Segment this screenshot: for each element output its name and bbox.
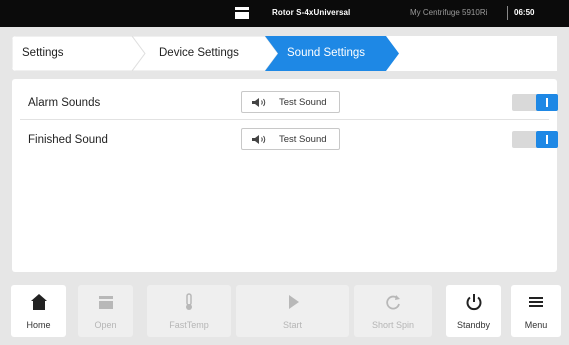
open-label: Open: [94, 320, 117, 330]
open-button[interactable]: Open: [78, 285, 133, 337]
alarm-sounds-row: Alarm Sounds Test Sound: [20, 85, 558, 120]
start-label: Start: [282, 320, 302, 330]
finished-test-sound-button[interactable]: Test Sound: [241, 128, 340, 150]
speaker-icon: [252, 135, 266, 144]
bottom-toolbar: Home Open FastTemp Start Short Spin Stan…: [0, 273, 569, 345]
speaker-icon: [252, 98, 266, 107]
alarm-test-sound-button[interactable]: Test Sound: [241, 91, 340, 113]
finished-sound-toggle[interactable]: [512, 131, 558, 148]
standby-button[interactable]: Standby: [446, 285, 501, 337]
breadcrumb-shapes: [12, 36, 399, 71]
breadcrumb: Settings Device Settings Sound Settings: [12, 36, 557, 71]
rotor-icon: [235, 7, 249, 19]
alarm-sounds-toggle[interactable]: [512, 94, 558, 111]
menu-button[interactable]: Menu: [511, 285, 561, 337]
toggle-knob: [536, 131, 558, 148]
hamburger-icon: [529, 297, 543, 307]
clock: 06:50: [514, 8, 535, 17]
rotor-name: Rotor S-4xUniversal: [272, 8, 351, 17]
refresh-icon: [386, 295, 400, 310]
status-divider: [507, 6, 508, 20]
home-icon: [30, 294, 47, 310]
thermometer-icon: [186, 293, 192, 310]
play-icon: [288, 295, 299, 309]
home-label: Home: [26, 320, 51, 330]
toggle-knob: [536, 94, 558, 111]
lid-open-icon: [98, 296, 113, 309]
alarm-sounds-label: Alarm Sounds: [28, 97, 101, 109]
menu-label: Menu: [524, 320, 548, 330]
short-spin-button[interactable]: Short Spin: [354, 285, 432, 337]
short-spin-label: Short Spin: [371, 320, 415, 330]
sound-settings-panel: Alarm Sounds Test Sound Finished Sound T…: [12, 79, 558, 272]
power-icon: [466, 294, 481, 311]
standby-label: Standby: [456, 320, 491, 330]
breadcrumb-device-settings[interactable]: Device Settings: [159, 47, 239, 59]
finished-sound-label: Finished Sound: [28, 134, 108, 146]
breadcrumb-sound-settings: Sound Settings: [287, 47, 366, 59]
home-button[interactable]: Home: [11, 285, 66, 337]
finished-sound-row: Finished Sound Test Sound: [20, 122, 558, 156]
test-sound-label: Test Sound: [279, 97, 327, 108]
status-bar: Rotor S-4xUniversal My Centrifuge 5910Ri…: [0, 0, 569, 27]
start-button[interactable]: Start: [236, 285, 349, 337]
breadcrumb-settings[interactable]: Settings: [22, 47, 64, 59]
fasttemp-button[interactable]: FastTemp: [147, 285, 231, 337]
device-name: My Centrifuge 5910Ri: [410, 8, 488, 17]
test-sound-label: Test Sound: [279, 134, 327, 145]
fasttemp-label: FastTemp: [169, 320, 209, 330]
